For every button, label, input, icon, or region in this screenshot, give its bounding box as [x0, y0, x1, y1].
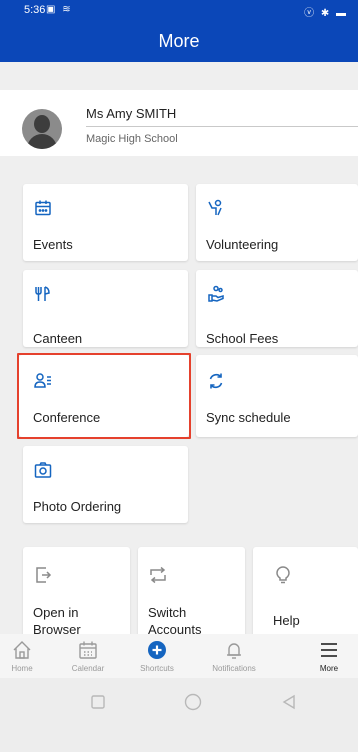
profile-card[interactable]: Ms Amy SMITH Magic High School	[0, 90, 358, 156]
app-bar: More	[0, 20, 358, 62]
tile-sync-schedule[interactable]: Sync schedule	[196, 355, 358, 437]
home-icon	[0, 640, 58, 660]
profile-school: Magic High School	[86, 133, 178, 145]
selection-highlight	[17, 353, 191, 439]
calendar-icon	[33, 198, 53, 218]
switch-accounts-button[interactable]: Switch Accounts	[138, 547, 245, 641]
tile-label: Sync schedule	[206, 410, 291, 425]
system-navigation-bar	[0, 678, 358, 752]
tile-label: Volunteering	[206, 237, 279, 252]
button-label-line1: Switch	[148, 605, 187, 620]
nav-home[interactable]: Home	[0, 634, 58, 678]
tile-photo-ordering[interactable]: Photo Ordering	[23, 446, 188, 523]
tile-volunteering[interactable]: Volunteering	[196, 184, 358, 261]
tile-school-fees[interactable]: School Fees	[196, 270, 358, 347]
sync-icon	[206, 371, 226, 391]
back-icon[interactable]	[279, 692, 299, 712]
nav-label: Calendar	[71, 664, 105, 673]
calendar-icon	[52, 640, 124, 660]
bottom-navigation: Home Calendar Shortcuts Notifications Mo…	[0, 634, 358, 678]
avatar	[22, 109, 62, 149]
page-title: More	[158, 31, 200, 51]
switch-icon	[148, 565, 168, 585]
tile-label: School Fees	[206, 331, 279, 346]
tile-events[interactable]: Events	[23, 184, 188, 261]
home-button-icon[interactable]	[183, 692, 203, 712]
nav-label: Home	[11, 664, 33, 673]
tile-label: Events	[33, 237, 73, 252]
button-label-line1: Open in	[33, 605, 79, 620]
recents-icon[interactable]	[88, 692, 108, 712]
camera-icon	[33, 460, 53, 480]
volunteer-icon	[206, 198, 226, 218]
system-status-icons: ⓥ ✱ ▬	[304, 8, 348, 19]
add-circle-icon	[121, 640, 193, 660]
menu-icon	[297, 640, 358, 660]
nav-calendar[interactable]: Calendar	[52, 634, 124, 678]
cutlery-icon	[33, 284, 53, 304]
nav-label: More	[319, 664, 339, 673]
tile-canteen[interactable]: Canteen	[23, 270, 188, 347]
tile-label: Canteen	[33, 331, 83, 346]
status-time: 5:36	[24, 4, 46, 16]
help-button[interactable]: Help	[253, 547, 358, 641]
nav-notifications[interactable]: Notifications	[198, 634, 270, 678]
status-bar: 5:36 ▣ ≋ ⓥ ✱ ▬	[0, 0, 358, 20]
profile-name: Ms Amy SMITH	[86, 106, 177, 121]
nav-label: Notifications	[212, 664, 256, 673]
nav-shortcuts[interactable]: Shortcuts	[121, 634, 193, 678]
bell-icon	[198, 640, 270, 660]
profile-divider	[86, 126, 358, 127]
tile-label: Photo Ordering	[33, 499, 122, 514]
lightbulb-icon	[273, 565, 293, 585]
nav-more[interactable]: More	[297, 634, 358, 678]
open-external-icon	[33, 565, 53, 585]
nav-label: Shortcuts	[140, 664, 174, 673]
open-in-browser-button[interactable]: Open in Browser	[23, 547, 130, 641]
payment-hand-icon	[206, 284, 226, 304]
button-label: Help	[273, 613, 300, 628]
notification-icons: ▣ ≋	[46, 4, 73, 15]
